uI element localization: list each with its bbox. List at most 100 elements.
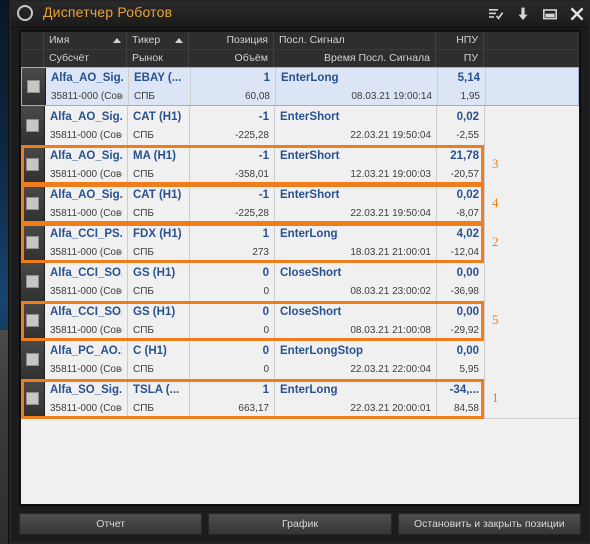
cell-name: Alfa_PC_AO.1 35811-000 (Сове... [45, 340, 128, 379]
cell-signal: EnterLong 18.03.21 21:00:01 [275, 223, 437, 262]
cell-npu: 5,14 1,95 [438, 68, 486, 105]
robot-subaccount: 35811-000 (Сове... [50, 246, 122, 258]
table-row[interactable]: Alfa_CCI_SO.1 35811-000 (Сове... GS (H1) СП… [21, 262, 579, 302]
chart-button[interactable]: График [208, 512, 392, 535]
last-signal: EnterLong [280, 383, 338, 396]
robot-subaccount: 35811-000 (Сове... [51, 90, 123, 102]
market: СПБ [133, 402, 154, 414]
header-market[interactable]: Рынок [127, 50, 189, 67]
header-ticker[interactable]: Тикер [127, 32, 189, 49]
cell-npu: 4,02 -12,04 [437, 223, 485, 262]
position: -1 [258, 110, 269, 123]
cell-ticker: TSLA (... СПБ [128, 379, 190, 418]
row-checkbox[interactable] [26, 236, 39, 249]
cell-name: Alfa_AO_Sig... 35811-000 (Сове... [46, 68, 129, 105]
ticker: MA (H1) [133, 149, 177, 162]
cell-signal: EnterLongStop 22.03.21 22:00:04 [275, 340, 437, 379]
header-filler [484, 32, 579, 49]
header-subaccount[interactable]: Субсчёт [44, 50, 127, 67]
cell-npu: 0,00 -36,98 [437, 262, 485, 301]
cell-npu: 0,00 -29,92 [437, 301, 485, 340]
cell-position: 1 663,17 [190, 379, 275, 418]
last-signal-time: 22.03.21 19:50:04 [350, 129, 431, 141]
row-checkbox[interactable] [26, 275, 39, 288]
header-position[interactable]: Позиция [189, 32, 274, 49]
cell-signal: CloseShort 08.03.21 21:00:08 [275, 301, 437, 340]
robot-name: Alfa_AO_Sig... [50, 110, 122, 123]
last-signal-time: 08.03.21 21:00:08 [350, 324, 431, 336]
robot-subaccount: 35811-000 (Сове... [50, 402, 122, 414]
table-row[interactable]: Alfa_AO_Sig... 35811-000 (Сове... EBAY (..… [21, 67, 579, 106]
market: СПБ [133, 324, 154, 336]
header-pu[interactable]: ПУ [436, 50, 484, 67]
npu: 0,02 [456, 110, 479, 123]
robot-name: Alfa_AO_Sig... [50, 188, 122, 201]
download-icon[interactable] [515, 6, 531, 22]
table-row[interactable]: Alfa_AO_Sig... 35811-000 (Сове... CAT (H1)… [21, 106, 579, 146]
row-checkbox[interactable] [27, 80, 40, 93]
row-checkbox-cell[interactable] [21, 301, 45, 340]
robot-subaccount: 35811-000 (Сове... [50, 324, 122, 336]
header-npu[interactable]: НПУ [436, 32, 484, 49]
header-last-signal[interactable]: Посл. Сигнал [274, 32, 436, 49]
row-checkbox[interactable] [26, 314, 39, 327]
restore-icon[interactable] [542, 6, 558, 22]
close-icon[interactable] [569, 6, 585, 22]
cell-signal: EnterShort 22.03.21 19:50:04 [275, 106, 437, 145]
ticker: C (H1) [133, 344, 167, 357]
highlight-number: 1 [492, 390, 499, 405]
robot-name: Alfa_AO_Sig... [50, 149, 122, 162]
ticker: CAT (H1) [133, 110, 182, 123]
row-checkbox[interactable] [26, 119, 39, 132]
header-signal-time[interactable]: Время Посл. Сигнала [274, 50, 436, 67]
cell-name: Alfa_SO_Sig... 35811-000 (Сове... [45, 379, 128, 418]
position: -1 [258, 188, 269, 201]
pu: -20,57 [450, 168, 479, 180]
pu: 5,95 [459, 363, 479, 375]
last-signal: CloseShort [280, 305, 342, 318]
sort-asc-icon [175, 38, 183, 43]
volume: -225,28 [235, 129, 269, 141]
header-volume[interactable]: Объём [189, 50, 274, 67]
position: -1 [258, 149, 269, 162]
header-filler-2 [484, 50, 579, 67]
table-row[interactable]: Alfa_PC_AO.1 35811-000 (Сове... C (H1) СПБ 0… [21, 340, 579, 380]
npu: -34,... [449, 383, 479, 396]
row-checkbox[interactable] [26, 392, 39, 405]
row-checkbox[interactable] [26, 158, 39, 171]
report-button[interactable]: Отчет [19, 512, 203, 535]
last-signal-time: 18.03.21 21:00:01 [350, 246, 431, 258]
ticker: GS (H1) [133, 305, 176, 318]
cell-ticker: GS (H1) СПБ [128, 301, 190, 340]
stop-close-positions-button[interactable]: Остановить и закрыть позиции [397, 512, 581, 535]
row-checkbox-cell[interactable] [21, 262, 45, 301]
robot-name: Alfa_CCI_SO.2 [50, 305, 122, 318]
cell-npu: 0,02 -2,55 [437, 106, 485, 145]
row-checkbox-cell[interactable] [21, 106, 45, 145]
last-signal: EnterShort [280, 188, 340, 201]
pu: -8,07 [456, 207, 479, 219]
header-name[interactable]: Имя [44, 32, 127, 49]
row-checkbox[interactable] [26, 197, 39, 210]
pu: 84,58 [453, 402, 479, 414]
pu: -36,98 [450, 285, 479, 297]
last-signal: EnterLong [281, 71, 339, 84]
last-signal: CloseShort [280, 266, 342, 279]
table-header: Имя Тикер Позиция Посл. Сигнал НПУ Субсч… [21, 32, 579, 68]
cell-ticker: EBAY (... СПБ [129, 68, 191, 105]
robots-table: Имя Тикер Позиция Посл. Сигнал НПУ Субсч… [21, 32, 579, 504]
highlight-number: 3 [492, 156, 499, 171]
cell-ticker: MA (H1) СПБ [128, 145, 190, 184]
row-checkbox-cell[interactable] [22, 68, 46, 105]
row-checkbox[interactable] [26, 353, 39, 366]
row-checkbox-cell[interactable] [21, 340, 45, 379]
checklist-icon[interactable] [488, 6, 504, 22]
row-checkbox-cell[interactable] [21, 223, 45, 262]
row-checkbox-cell[interactable] [21, 145, 45, 184]
table-header-row-secondary: Субсчёт Рынок Объём Время Посл. Сигнала … [21, 49, 579, 67]
cell-filler [485, 340, 579, 379]
market: СПБ [133, 207, 154, 219]
row-checkbox-cell[interactable] [21, 379, 45, 418]
volume: 60,08 [244, 90, 270, 102]
row-checkbox-cell[interactable] [21, 184, 45, 223]
